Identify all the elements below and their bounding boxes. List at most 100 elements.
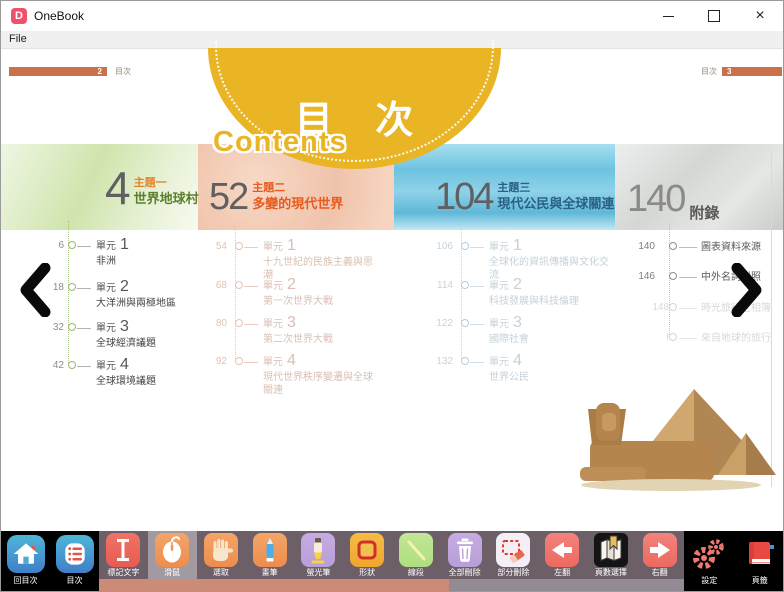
tool-label: 畫筆 bbox=[262, 567, 278, 578]
toc-item-unit3-economy[interactable]: 32 單元3 全球經濟議題 bbox=[96, 319, 156, 350]
item-bullet bbox=[235, 357, 243, 365]
tool-page-left[interactable]: 左翻 bbox=[538, 531, 587, 579]
item-dash bbox=[77, 246, 91, 247]
unit-number: 2 bbox=[120, 279, 129, 295]
title-bar: D OneBook × bbox=[1, 1, 783, 31]
item-title: 來自地球的旅行 bbox=[701, 329, 771, 344]
close-icon: × bbox=[755, 8, 764, 24]
tool-delete-all[interactable]: 全部刪除 bbox=[440, 531, 489, 579]
item-page: 32 bbox=[46, 322, 64, 333]
toc-item-t2-unit2[interactable]: 68 單元2 第一次世界大戰 bbox=[263, 277, 381, 308]
item-bullet bbox=[235, 319, 243, 327]
tool-page-picker[interactable]: 頁數選擇 bbox=[587, 531, 636, 579]
toc-list-icon bbox=[56, 535, 94, 573]
tool-shape[interactable]: 形狀 bbox=[343, 531, 392, 579]
toc-item-t2-unit4[interactable]: 92 單元4 現代世界秩序變遷與全球關連 bbox=[263, 353, 381, 397]
tool-pen[interactable]: 畫筆 bbox=[245, 531, 294, 579]
toc-item-t2-unit3[interactable]: 80 單元3 第二次世界大戰 bbox=[263, 315, 381, 346]
unit-label: 單元 bbox=[489, 277, 509, 292]
item-page: 122 bbox=[429, 318, 453, 329]
unit-label: 單元 bbox=[96, 279, 116, 294]
item-page: 68 bbox=[203, 280, 227, 291]
toc-item-t2-unit1[interactable]: 54 單元1 十九世紀的民族主義與思潮 bbox=[263, 238, 381, 282]
menu-file[interactable]: File bbox=[9, 33, 27, 45]
gear-icon bbox=[690, 535, 728, 573]
item-title: 現代世界秩序變遷與全球關連 bbox=[263, 371, 381, 397]
hand-select-icon bbox=[204, 533, 238, 567]
theme2-heading: 52 主題二 多變的現代世界 bbox=[209, 179, 343, 215]
next-page-chevron[interactable] bbox=[730, 263, 764, 322]
tool-mark-text[interactable]: 標記文字 bbox=[99, 531, 148, 579]
toc-item-t3-unit2[interactable]: 114 單元2 科技發展與科技倫理 bbox=[489, 277, 611, 308]
item-dash bbox=[679, 277, 697, 278]
toolbar-strip-gray bbox=[449, 579, 684, 592]
tool-bar: 回目次 目次 標記文字 滑鼠 bbox=[1, 531, 784, 592]
toc-item-appendix-sources[interactable]: 140 圖表資料來源 bbox=[701, 238, 761, 253]
left-page-label: 目次 bbox=[115, 67, 131, 76]
tool-partial-delete[interactable]: 部分刪除 bbox=[489, 531, 538, 579]
tool-line-segment[interactable]: 線段 bbox=[392, 531, 441, 579]
item-bullet bbox=[68, 241, 76, 249]
item-title: 第二次世界大戰 bbox=[263, 333, 381, 346]
right-page-number: 3 bbox=[727, 67, 731, 76]
arrow-right-icon bbox=[643, 533, 677, 567]
right-page-marker-bar: 3 bbox=[722, 67, 782, 76]
appendix-name: 附錄 bbox=[689, 205, 719, 224]
tool-toc[interactable]: 目次 bbox=[50, 531, 99, 592]
item-page: 92 bbox=[203, 356, 227, 367]
onebook-logo-icon: D bbox=[11, 8, 27, 24]
item-page: 148 bbox=[651, 302, 669, 313]
tool-back-to-toc[interactable]: 回目次 bbox=[1, 531, 50, 592]
toc-item-unit1-africa[interactable]: 6 單元1 非洲 bbox=[96, 237, 129, 268]
tool-highlighter[interactable]: 螢光筆 bbox=[294, 531, 343, 579]
unit-number: 2 bbox=[287, 277, 296, 293]
tool-settings[interactable]: 設定 bbox=[684, 531, 735, 592]
toolbar-tools-group: 標記文字 滑鼠 選取 畫筆 bbox=[99, 531, 684, 579]
theme3-start-page: 104 bbox=[435, 179, 492, 215]
tool-page-right[interactable]: 右翻 bbox=[635, 531, 684, 579]
toc-item-unit2-oceania[interactable]: 18 單元2 大洋洲與兩極地區 bbox=[96, 279, 176, 310]
theme1-start-page: 4 bbox=[105, 167, 129, 211]
unit-label: 單元 bbox=[96, 237, 116, 252]
maximize-button[interactable] bbox=[691, 1, 737, 31]
unit-number: 1 bbox=[120, 237, 129, 253]
item-bullet bbox=[68, 361, 76, 369]
tool-label: 螢光筆 bbox=[306, 567, 330, 578]
close-button[interactable]: × bbox=[737, 1, 783, 31]
partial-delete-icon bbox=[496, 533, 530, 567]
tool-page-tab[interactable]: 頁籤 bbox=[735, 531, 784, 592]
tool-select[interactable]: 選取 bbox=[197, 531, 246, 579]
tool-mouse[interactable]: 滑鼠 bbox=[148, 531, 197, 579]
theme1-heading: 4 主題一 世界地球村 bbox=[105, 167, 199, 211]
prev-page-chevron[interactable] bbox=[18, 263, 52, 322]
unit-number: 1 bbox=[287, 238, 296, 254]
item-bullet bbox=[669, 333, 677, 341]
item-dash bbox=[77, 328, 91, 329]
unit-label: 單元 bbox=[263, 353, 283, 368]
toc-item-unit4-environment[interactable]: 42 單元4 全球環境議題 bbox=[96, 357, 156, 388]
tool-label: 頁數選擇 bbox=[595, 567, 627, 578]
item-page: 106 bbox=[429, 241, 453, 252]
item-bullet bbox=[235, 281, 243, 289]
toc-item-appendix-earth[interactable]: I 來自地球的旅行 bbox=[701, 329, 771, 344]
item-dash bbox=[244, 247, 258, 248]
theme1-name: 世界地球村 bbox=[134, 191, 199, 207]
item-bullet bbox=[461, 281, 469, 289]
onebook-window: D OneBook × File 2 目次 目次 3 4 主題一 世界地球村 5… bbox=[0, 0, 784, 592]
unit-label: 單元 bbox=[489, 315, 509, 330]
item-dash bbox=[470, 362, 484, 363]
tool-label: 設定 bbox=[701, 575, 717, 586]
item-title: 科技發展與科技倫理 bbox=[489, 295, 611, 308]
toc-item-t3-unit4[interactable]: 132 單元4 世界公民 bbox=[489, 353, 611, 384]
item-dash bbox=[679, 308, 697, 309]
left-page-number: 2 bbox=[98, 67, 102, 76]
line-segment-icon bbox=[399, 533, 433, 567]
home-icon bbox=[7, 535, 45, 573]
unit-number: 2 bbox=[513, 277, 522, 293]
toc-item-t3-unit1[interactable]: 106 單元1 全球化的資訊傳播與文化交流 bbox=[489, 238, 611, 282]
theme2-start-page: 52 bbox=[209, 179, 247, 215]
toc-item-t3-unit3[interactable]: 122 單元3 國際社會 bbox=[489, 315, 611, 346]
minimize-button[interactable] bbox=[645, 1, 691, 31]
item-page: 146 bbox=[629, 271, 655, 282]
item-bullet bbox=[461, 242, 469, 250]
